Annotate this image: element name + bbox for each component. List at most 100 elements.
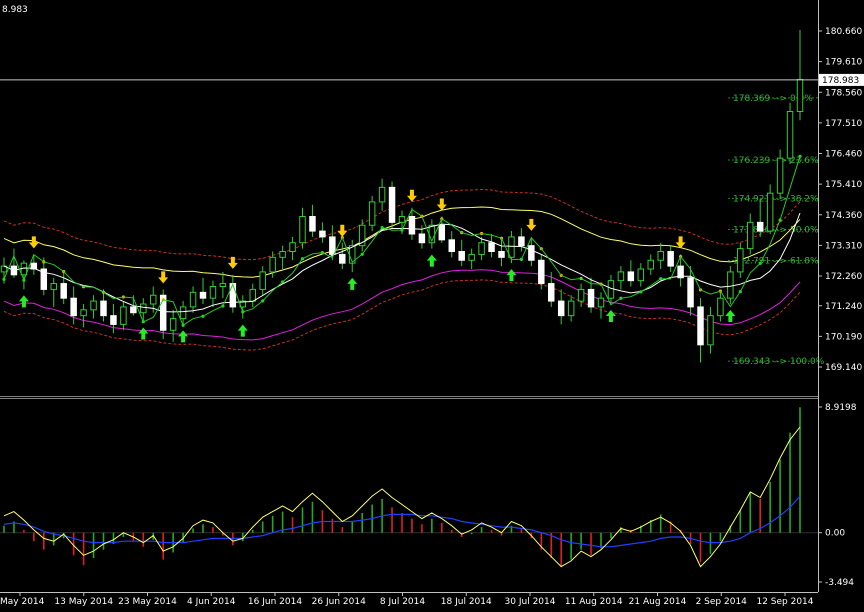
- time-tick-label: 4 Jun 2014: [187, 597, 236, 607]
- candle-bull: [140, 303, 147, 314]
- candle-bull: [786, 111, 794, 159]
- candle-bear: [70, 297, 77, 317]
- price-tick-label: 172.260: [825, 272, 862, 282]
- fib-level-label: 174.921 --> 38.2%: [733, 194, 819, 204]
- candle-bull: [179, 306, 187, 320]
- candle-bull: [219, 283, 227, 288]
- price-tick-label: 179.610: [825, 58, 862, 68]
- time-tick-label: 30 Jul 2014: [505, 597, 556, 607]
- time-tick-label: 23 May 2014: [118, 597, 177, 607]
- time-tick-label: 2 Sep 2014: [696, 597, 748, 607]
- candle-bull: [378, 186, 386, 203]
- candle-bull: [717, 297, 724, 317]
- candle-bull: [50, 283, 57, 290]
- candle-bear: [229, 283, 237, 308]
- candle-bear: [687, 277, 694, 308]
- candle-bull: [607, 280, 615, 299]
- time-tick-label: 18 Jul 2014: [441, 597, 492, 607]
- candle-bear: [667, 251, 674, 267]
- candle-bull: [617, 271, 625, 282]
- time-tick-label: 13 May 2014: [54, 597, 113, 607]
- candle-bull: [737, 248, 744, 273]
- candle-bear: [697, 306, 704, 346]
- candle-bull: [289, 242, 296, 252]
- oscillator-axis: 8.9198 0.00 -3.494: [818, 403, 857, 588]
- candle-bull: [747, 221, 754, 250]
- time-tick-label: 8 Jul 2014: [380, 597, 425, 607]
- candle-bear: [329, 236, 336, 255]
- time-axis: May 2014 13 May 2014 23 May 2014 4 Jun 2014…: [0, 592, 814, 607]
- candle-bull: [707, 315, 714, 346]
- candle-bull: [577, 288, 585, 302]
- candle-bull: [776, 157, 784, 194]
- candle-bear: [627, 271, 635, 282]
- candle-bull: [766, 192, 774, 232]
- price-tick-label: 178.560: [825, 88, 862, 98]
- time-tick-label: 16 Jun 2014: [248, 597, 302, 607]
- candle-bull: [169, 318, 177, 331]
- chart-canvas: 8.983 178.369 --> 0.0%176.239 --> 23.6%1…: [0, 0, 864, 607]
- fib-level-label: 169.343 --> 100.0%: [733, 357, 825, 367]
- current-price-tag-text: 178.983: [822, 76, 859, 86]
- candle-bull: [637, 268, 645, 282]
- price-tick-label: 169.140: [825, 363, 862, 373]
- candle-bear: [130, 306, 137, 314]
- candle-bull: [647, 259, 654, 270]
- candle-bull: [20, 262, 28, 276]
- price-tick-label: 170.190: [825, 332, 862, 342]
- candle-bull: [120, 306, 127, 325]
- candle-bear: [557, 300, 565, 317]
- time-tick-label: 21 Aug 2014: [629, 597, 687, 607]
- candle-bull: [398, 216, 406, 223]
- fib-level-label: 176.239 --> 23.6%: [733, 156, 819, 166]
- candle-bear: [756, 221, 764, 232]
- candle-bull: [478, 242, 485, 255]
- candle-bull: [189, 291, 197, 308]
- price-tick-label: 180.660: [825, 27, 862, 37]
- candle-bull: [567, 300, 575, 317]
- candle-bear: [438, 224, 446, 241]
- candle-bear: [458, 251, 465, 261]
- candle-bear: [110, 315, 117, 325]
- price-tick-label: 173.310: [825, 241, 862, 251]
- oscillator-tick-label: 0.00: [825, 529, 845, 539]
- oscillator-tick-label: -3.494: [825, 578, 854, 588]
- candle-bull: [796, 78, 804, 112]
- time-tick-label: May 2014: [0, 597, 45, 607]
- candle-bear: [408, 216, 416, 235]
- candle-bear: [388, 186, 396, 223]
- candle-bull: [279, 251, 286, 258]
- current-price-tag: 178.983: [819, 73, 864, 86]
- oscillator-panel[interactable]: [0, 399, 818, 592]
- candle-bull: [299, 216, 306, 244]
- price-tick-label: 171.240: [825, 302, 862, 312]
- candle-bear: [319, 230, 326, 238]
- candle-bear: [100, 300, 107, 317]
- candle-bear: [498, 251, 505, 258]
- candle-bull: [80, 309, 87, 317]
- candle-bull: [259, 271, 266, 290]
- price-panel[interactable]: 8.983 178.369 --> 0.0%176.239 --> 23.6%1…: [0, 0, 825, 395]
- candle-bull: [727, 271, 734, 299]
- candle-bull: [209, 286, 217, 299]
- candle-bear: [339, 253, 346, 264]
- candle-bear: [60, 283, 67, 299]
- candle-bear: [488, 242, 495, 252]
- candle-bull: [597, 297, 605, 308]
- price-tick-label: 176.460: [825, 150, 862, 160]
- candle-bear: [448, 239, 455, 252]
- time-tick-label: 11 Aug 2014: [565, 597, 623, 607]
- candle-bear: [418, 233, 426, 244]
- candle-bull: [269, 256, 276, 273]
- time-tick-label: 12 Sep 2014: [756, 597, 813, 607]
- candle-bear: [518, 236, 525, 247]
- corner-price-label: 8.983: [2, 5, 28, 15]
- candle-bull: [508, 236, 515, 258]
- candle-bear: [538, 259, 545, 285]
- candle-bear: [548, 283, 555, 302]
- candle-bear: [587, 288, 595, 308]
- price-tick-label: 174.360: [825, 211, 862, 221]
- candle-bull: [150, 294, 157, 305]
- price-tick-label: 175.410: [825, 180, 862, 190]
- oscillator-tick-label: 8.9198: [825, 403, 857, 413]
